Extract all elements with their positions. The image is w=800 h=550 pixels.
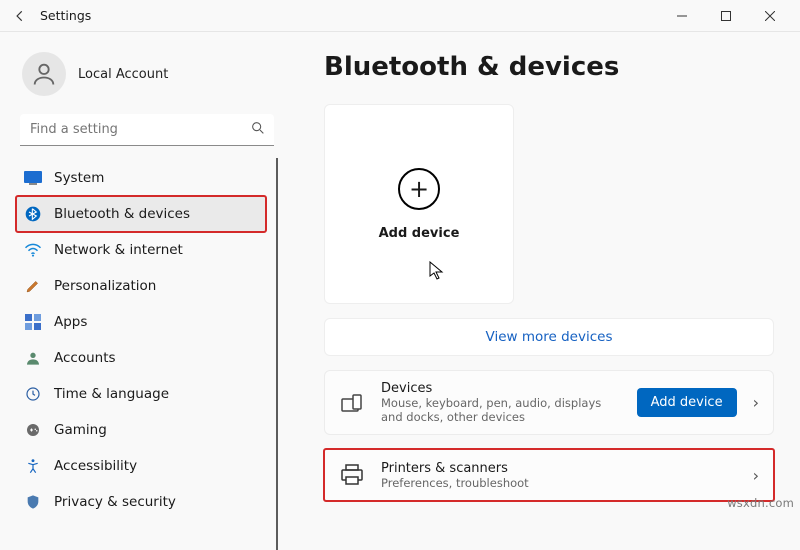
avatar (22, 52, 66, 96)
search-icon (250, 120, 266, 136)
view-more-devices-button[interactable]: View more devices (324, 318, 774, 356)
card-printers[interactable]: Printers & scanners Preferences, trouble… (324, 449, 774, 501)
plus-icon: + (398, 168, 440, 210)
sidebar-item-label: Apps (54, 314, 87, 330)
sidebar-item-privacy[interactable]: Privacy & security (16, 484, 266, 520)
close-button[interactable] (748, 2, 792, 30)
card-subtitle: Preferences, troubleshoot (381, 476, 737, 490)
sidebar-item-bluetooth[interactable]: Bluetooth & devices (16, 196, 266, 232)
shield-icon (24, 493, 42, 511)
paintbrush-icon (24, 277, 42, 295)
person-icon (30, 60, 58, 88)
profile-header[interactable]: Local Account (16, 46, 278, 114)
search-container (20, 114, 274, 146)
sidebar: Local Account System Bluetooth & devices (0, 32, 290, 518)
sidebar-item-accounts[interactable]: Accounts (16, 340, 266, 376)
devices-icon (337, 388, 367, 418)
sidebar-item-network[interactable]: Network & internet (16, 232, 266, 268)
cursor-icon (429, 261, 445, 281)
sidebar-item-label: System (54, 170, 104, 186)
add-device-caption: Add device (379, 226, 460, 241)
bluetooth-icon (24, 205, 42, 223)
maximize-button[interactable] (704, 2, 748, 30)
minimize-button[interactable] (660, 2, 704, 30)
title-bar: Settings (0, 0, 800, 32)
sidebar-item-label: Gaming (54, 422, 107, 438)
card-devices[interactable]: Devices Mouse, keyboard, pen, audio, dis… (324, 370, 774, 435)
sidebar-item-label: Privacy & security (54, 494, 176, 510)
profile-name: Local Account (78, 67, 168, 82)
sidebar-item-label: Personalization (54, 278, 156, 294)
chevron-right-icon: › (751, 393, 761, 412)
sidebar-item-label: Time & language (54, 386, 169, 402)
back-button[interactable] (8, 4, 32, 28)
card-title: Printers & scanners (381, 461, 737, 476)
watermark-text: wsxdn.com (727, 496, 794, 510)
printer-icon (337, 460, 367, 490)
add-device-tile[interactable]: + Add device (324, 104, 514, 304)
maximize-icon (721, 11, 731, 21)
apps-icon (24, 313, 42, 331)
accounts-icon (24, 349, 42, 367)
window-controls (660, 2, 792, 30)
chevron-right-icon: › (751, 466, 761, 485)
main-content: Bluetooth & devices + Add device View mo… (290, 32, 800, 518)
gaming-icon (24, 421, 42, 439)
sidebar-item-label: Network & internet (54, 242, 183, 258)
page-title: Bluetooth & devices (324, 52, 774, 82)
sidebar-item-label: Accounts (54, 350, 116, 366)
sidebar-item-gaming[interactable]: Gaming (16, 412, 266, 448)
sidebar-item-time[interactable]: Time & language (16, 376, 266, 412)
search-input[interactable] (20, 114, 274, 146)
close-icon (765, 11, 775, 21)
clock-icon (24, 385, 42, 403)
nav-list: System Bluetooth & devices Network & int… (16, 158, 278, 550)
accessibility-icon (24, 457, 42, 475)
system-icon (24, 169, 42, 187)
sidebar-item-system[interactable]: System (16, 160, 266, 196)
arrow-left-icon (13, 9, 27, 23)
sidebar-item-accessibility[interactable]: Accessibility (16, 448, 266, 484)
sidebar-item-label: Accessibility (54, 458, 137, 474)
window-title: Settings (40, 8, 91, 23)
sidebar-item-apps[interactable]: Apps (16, 304, 266, 340)
view-more-label: View more devices (486, 329, 613, 345)
add-device-button[interactable]: Add device (637, 388, 737, 417)
sidebar-item-personalization[interactable]: Personalization (16, 268, 266, 304)
card-subtitle: Mouse, keyboard, pen, audio, displays an… (381, 396, 623, 424)
sidebar-item-label: Bluetooth & devices (54, 206, 190, 222)
card-title: Devices (381, 381, 623, 396)
wifi-icon (24, 241, 42, 259)
tile-row: + Add device (324, 104, 774, 304)
minimize-icon (677, 11, 687, 21)
